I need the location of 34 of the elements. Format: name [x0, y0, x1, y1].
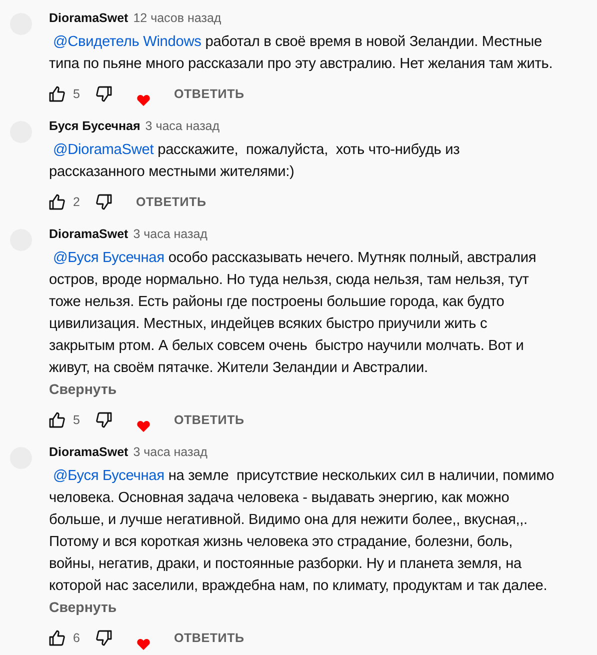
collapse-link[interactable]: Свернуть: [49, 597, 117, 619]
reply-button[interactable]: ОТВЕТИТЬ: [174, 631, 244, 645]
mention-link[interactable]: @Буся Бусечная: [49, 250, 164, 266]
author-name[interactable]: DioramaSwet: [49, 11, 128, 25]
like-count: 2: [73, 195, 80, 209]
author-name[interactable]: DioramaSwet: [49, 227, 128, 241]
comment-time[interactable]: 3 часа назад: [133, 227, 208, 241]
comment-time[interactable]: 3 часа назад: [133, 445, 208, 459]
like-icon[interactable]: [49, 412, 65, 428]
mention-link[interactable]: @Свидетель Windows: [49, 34, 202, 50]
collapse-link[interactable]: Свернуть: [49, 379, 117, 401]
like-icon[interactable]: [49, 194, 65, 210]
reply-button[interactable]: ОТВЕТИТЬ: [136, 195, 206, 209]
like-count: 5: [73, 413, 80, 427]
author-name[interactable]: DioramaSwet: [49, 445, 128, 459]
author-name[interactable]: Буся Бусечная: [49, 119, 140, 133]
comment-text: @Свидетель Windows работал в своё время в новой Зеландии. Местные типа по пьяне много рассказали про эту австралию. Нет желания там жить.: [49, 33, 553, 74]
like-icon[interactable]: [49, 86, 65, 102]
reply-button[interactable]: ОТВЕТИТЬ: [174, 87, 244, 101]
dislike-icon[interactable]: [96, 412, 112, 428]
like-count: 5: [73, 87, 80, 101]
mention-link[interactable]: @Буся Бусечная: [49, 468, 164, 484]
comment-text: @Буся Бусечная особо рассказывать нечего. Мутняк полный, австралия остров, вроде нормально. Но туда нельзя, сюда нельзя, там нельзя, тут тоже нельзя. Есть районы где построены большие города, как будто цивилизация. Местных, индейцев всяких быстро приучили жить с закрытым ртом. А белых совсем очень быстро научили молчать. Вот и живут, на своём пятачке. Жители Зеландии и Австралии.: [49, 249, 536, 378]
mention-link[interactable]: @DioramaSwet: [49, 142, 154, 158]
dislike-icon[interactable]: [96, 194, 112, 210]
reply-button[interactable]: ОТВЕТИТЬ: [174, 413, 244, 427]
comment-time[interactable]: 3 часа назад: [145, 119, 220, 133]
dislike-icon[interactable]: [96, 630, 112, 646]
like-count: 6: [73, 631, 80, 645]
comment-text: @DioramaSwet расскажите, пожалуйста, хоть что-нибудь из рассказанного местными жителями:): [49, 141, 460, 182]
dislike-icon[interactable]: [96, 86, 112, 102]
comment-text: @Буся Бусечная на земле присутствие нескольких сил в наличии, помимо человека. Основная задача человека - выдавать энергию, как можно больше, и лучше негативной. Видимо она для нежити более,, вкусная,,. Потому и вся короткая жизнь человека это страдание, болезни, боль, войны, негатив, драки, и постоянные разборки. Ну и планета земля, на которой нас заселили, враждебна нам, по климату, продуктам и так далее.: [49, 467, 554, 596]
comment-time[interactable]: 12 часов назад: [133, 11, 222, 25]
like-icon[interactable]: [49, 630, 65, 646]
